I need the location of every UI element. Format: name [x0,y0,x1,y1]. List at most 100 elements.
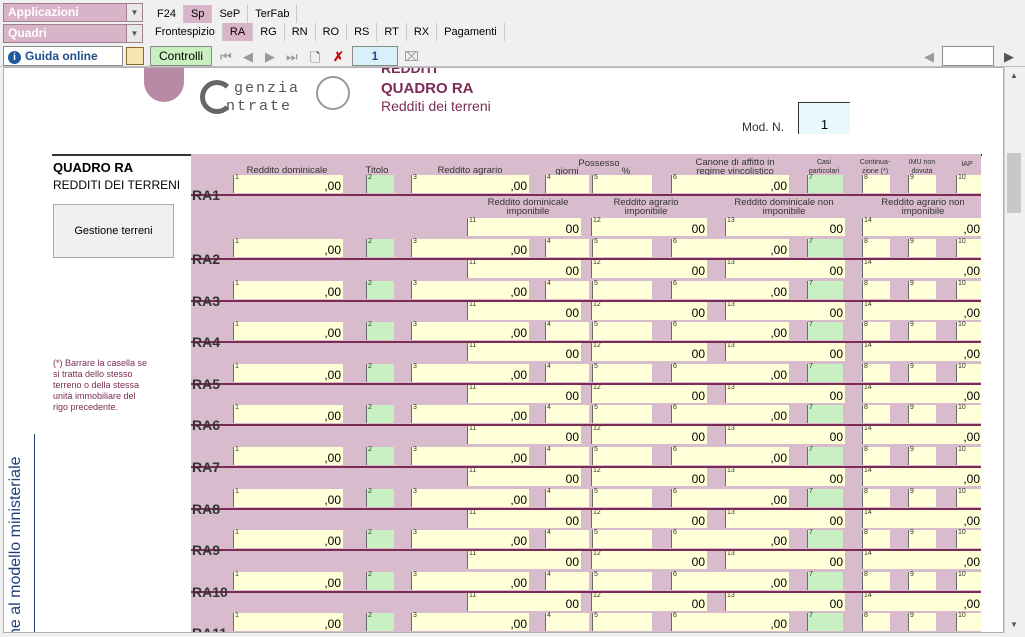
field-9[interactable]: 9 [908,404,936,424]
field-14[interactable]: 14,00 [862,467,982,486]
field-13[interactable]: 13 00 [725,217,845,236]
next-page-icon[interactable]: ▶ [265,49,275,65]
scroll-down-icon[interactable]: ▼ [1005,616,1023,633]
field-3[interactable]: 3,00 [411,321,529,341]
field-11[interactable]: 11 00 [467,509,581,528]
field-13[interactable]: 13 00 [725,467,845,486]
field-7[interactable]: 7 [807,571,843,590]
field-14[interactable]: 14,00 [862,592,982,611]
field-1[interactable]: 1,00 [233,404,343,424]
field-3[interactable]: 3,00 [411,446,529,465]
field-7[interactable]: 7 [807,529,843,549]
field-6[interactable]: 6,00 [671,238,789,257]
field-1[interactable]: 1,00 [233,529,343,549]
field-11[interactable]: 11 00 [467,217,581,236]
field-1[interactable]: 1,00 [233,571,343,590]
field-11[interactable]: 11 00 [467,259,581,278]
field-7[interactable]: 7 [807,404,843,424]
field-10[interactable]: 10 [956,612,982,632]
field-10[interactable]: 10 [956,238,982,257]
field-5[interactable]: 5 [592,174,652,193]
field-6[interactable]: 6,00 [671,404,789,424]
right-input[interactable] [942,46,994,66]
field-14[interactable]: 14,00 [862,550,982,570]
field-13[interactable]: 13 00 [725,509,845,528]
field-2[interactable]: 2 [366,238,394,257]
field-3[interactable]: 3,00 [411,488,529,507]
vertical-scrollbar[interactable]: ▲ ▼ [1004,67,1022,633]
field-8[interactable]: 8 [862,571,890,590]
field-1[interactable]: 1,00 [233,280,343,299]
field-9[interactable]: 9 [908,571,936,590]
field-7[interactable]: 7 [807,488,843,507]
scroll-right-icon[interactable]: ▶ [1004,49,1014,65]
field-12[interactable]: 12 00 [591,301,707,320]
field-1[interactable]: 1,00 [233,363,343,382]
tab-rs[interactable]: RS [347,23,378,41]
field-14[interactable]: 14,00 [862,342,982,362]
field-5[interactable]: 5 [592,363,652,382]
field-10[interactable]: 10 [956,321,982,341]
tab-ro[interactable]: RO [316,23,348,41]
field-6[interactable]: 6,00 [671,571,789,590]
field-11[interactable]: 11 00 [467,301,581,320]
field-3[interactable]: 3,00 [411,571,529,590]
field-8[interactable]: 8 [862,280,890,299]
field-11[interactable]: 11 00 [467,592,581,611]
field-9[interactable]: 9 [908,321,936,341]
field-9[interactable]: 9 [908,174,936,193]
field-9[interactable]: 9 [908,280,936,299]
field-5[interactable]: 5 [592,238,652,257]
field-6[interactable]: 6,00 [671,446,789,465]
field-6[interactable]: 6,00 [671,612,789,632]
field-13[interactable]: 13 00 [725,592,845,611]
field-11[interactable]: 11 00 [467,550,581,570]
field-9[interactable]: 9 [908,446,936,465]
field-3[interactable]: 3,00 [411,174,529,193]
field-9[interactable]: 9 [908,612,936,632]
field-9[interactable]: 9 [908,238,936,257]
field-1[interactable]: 1,00 [233,238,343,257]
field-2[interactable]: 2 [366,280,394,299]
field-4[interactable]: 4 [545,280,589,299]
chevron-down-icon[interactable]: ▼ [126,25,142,42]
field-11[interactable]: 11 00 [467,425,581,445]
field-2[interactable]: 2 [366,404,394,424]
field-12[interactable]: 12 00 [591,509,707,528]
field-14[interactable]: 14,00 [862,259,982,278]
field-7[interactable]: 7 [807,446,843,465]
field-5[interactable]: 5 [592,529,652,549]
tab-rx[interactable]: RX [407,23,438,41]
field-2[interactable]: 2 [366,363,394,382]
field-12[interactable]: 12 00 [591,550,707,570]
field-1[interactable]: 1,00 [233,174,343,193]
field-7[interactable]: 7 [807,280,843,299]
field-8[interactable]: 8 [862,174,890,193]
scroll-thumb[interactable] [1007,153,1021,213]
field-1[interactable]: 1,00 [233,321,343,341]
field-5[interactable]: 5 [592,488,652,507]
field-7[interactable]: 7 [807,612,843,632]
field-3[interactable]: 3,00 [411,404,529,424]
field-8[interactable]: 8 [862,363,890,382]
field-6[interactable]: 6,00 [671,321,789,341]
field-4[interactable]: 4 [545,238,589,257]
field-4[interactable]: 4 [545,488,589,507]
field-5[interactable]: 5 [592,612,652,632]
field-5[interactable]: 5 [592,571,652,590]
field-3[interactable]: 3,00 [411,612,529,632]
field-12[interactable]: 12 00 [591,342,707,362]
field-14[interactable]: 14,00 [862,217,982,236]
field-10[interactable]: 10 [956,488,982,507]
field-12[interactable]: 12 00 [591,384,707,403]
field-14[interactable]: 14,00 [862,425,982,445]
field-10[interactable]: 10 [956,571,982,590]
field-7[interactable]: 7 [807,363,843,382]
field-6[interactable]: 6,00 [671,363,789,382]
field-5[interactable]: 5 [592,404,652,424]
field-2[interactable]: 2 [366,321,394,341]
field-3[interactable]: 3,00 [411,529,529,549]
field-6[interactable]: 6,00 [671,529,789,549]
field-9[interactable]: 9 [908,529,936,549]
page-number-field[interactable]: 1 [352,46,398,66]
